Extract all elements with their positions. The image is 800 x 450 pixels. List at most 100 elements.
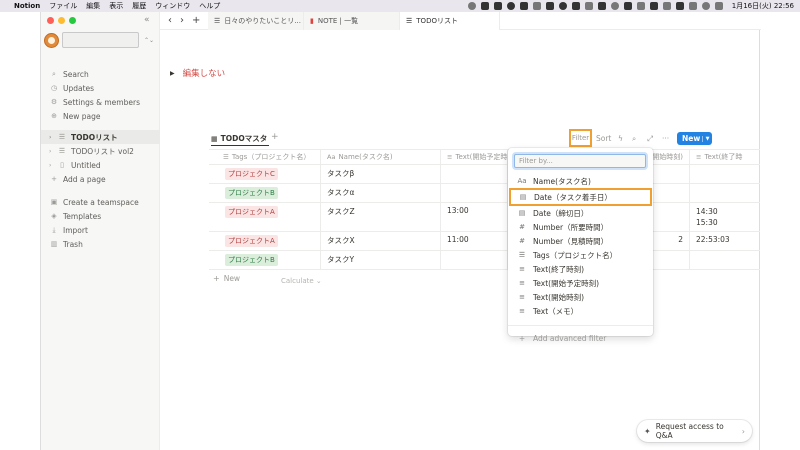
filter-option-date-start[interactable]: ▤ Date（タスク着手日） bbox=[509, 188, 652, 206]
status-icon[interactable] bbox=[649, 2, 658, 10]
tag-cell[interactable]: プロジェクトA bbox=[209, 232, 321, 250]
chevron-right-icon[interactable]: › bbox=[49, 148, 57, 155]
add-view-icon[interactable]: + bbox=[271, 132, 279, 142]
tag-cell[interactable]: プロジェクトA bbox=[209, 203, 321, 231]
menubar-app-name[interactable]: Notion bbox=[14, 2, 40, 10]
more-icon[interactable]: ··· bbox=[662, 134, 669, 143]
search-icon[interactable] bbox=[701, 2, 710, 10]
status-icon[interactable] bbox=[506, 2, 515, 10]
status-icon[interactable] bbox=[467, 2, 476, 10]
filter-option-text-end[interactable]: ≡ Text(終了時刻) bbox=[508, 262, 653, 276]
tab-todo-list[interactable]: ☰ TODOリスト bbox=[400, 11, 500, 30]
start-plan-cell[interactable]: 13:00 bbox=[441, 203, 508, 231]
status-icon[interactable] bbox=[571, 2, 580, 10]
status-icon[interactable] bbox=[519, 2, 528, 10]
view-tab-todo-master[interactable]: ▦ TODOマスタ bbox=[211, 132, 270, 146]
menu-help[interactable]: ヘルプ bbox=[199, 1, 220, 11]
tab-note-list[interactable]: ▮ NOTE | 一覧 bbox=[304, 11, 400, 30]
menu-view[interactable]: 表示 bbox=[109, 1, 123, 11]
menu-history[interactable]: 履歴 bbox=[132, 1, 146, 11]
column-header-text-end[interactable]: ≡ Text(終了時 bbox=[690, 150, 760, 164]
sidebar-search[interactable]: ⌕ Search bbox=[41, 67, 160, 81]
status-icon[interactable] bbox=[493, 2, 502, 10]
name-cell[interactable]: タスクα bbox=[321, 184, 441, 202]
table-row[interactable]: プロジェクトB タスクα bbox=[209, 184, 760, 203]
collapse-sidebar-icon[interactable]: « bbox=[144, 15, 150, 25]
start-plan-cell[interactable] bbox=[441, 251, 508, 269]
name-cell[interactable]: タスクX bbox=[321, 232, 441, 250]
close-window-button[interactable] bbox=[47, 17, 54, 24]
wifi-icon[interactable] bbox=[688, 2, 697, 10]
table-row[interactable]: プロジェクトA タスクZ 13:00 14:30 15:30 bbox=[209, 203, 760, 232]
triangle-right-icon[interactable]: ▶ bbox=[170, 70, 175, 77]
minimize-window-button[interactable] bbox=[58, 17, 65, 24]
status-icon[interactable] bbox=[545, 2, 554, 10]
menubar-clock[interactable]: 1月16日(火) 22:56 bbox=[732, 1, 794, 11]
search-icon[interactable]: ⌕ bbox=[632, 134, 636, 144]
menu-edit[interactable]: 編集 bbox=[86, 1, 100, 11]
status-icon[interactable] bbox=[623, 2, 632, 10]
filter-option-text-start-plan[interactable]: ≡ Text(開始予定時刻) bbox=[508, 276, 653, 290]
bluetooth-icon[interactable] bbox=[662, 2, 671, 10]
status-icon[interactable] bbox=[480, 2, 489, 10]
table-row[interactable]: プロジェクトC タスクβ bbox=[209, 165, 760, 184]
table-row[interactable]: プロジェクトA タスクX 11:00 2 22:53:03 bbox=[209, 232, 760, 251]
filter-option-text-memo[interactable]: ≡ Text（メモ） bbox=[508, 304, 653, 318]
new-button[interactable]: New ▼ bbox=[677, 132, 712, 145]
back-icon[interactable]: ‹ bbox=[168, 15, 172, 26]
menu-file[interactable]: ファイル bbox=[49, 1, 77, 11]
filter-option-date-deadline[interactable]: ▤ Date（締切日） bbox=[508, 206, 653, 220]
filter-search-input[interactable]: Filter by... bbox=[514, 154, 646, 168]
end-cell[interactable]: 22:53:03 bbox=[690, 232, 760, 250]
sidebar-page-untitled[interactable]: › ▯ Untitled bbox=[41, 158, 160, 172]
forward-icon[interactable]: › bbox=[180, 15, 184, 26]
tag-cell[interactable]: プロジェクトC bbox=[209, 165, 321, 183]
workspace-switcher[interactable]: ⌃⌄ bbox=[44, 32, 154, 48]
end-cell[interactable]: 14:30 15:30 bbox=[690, 203, 760, 231]
chevron-down-icon[interactable]: ▼ bbox=[702, 135, 712, 142]
status-icon[interactable] bbox=[558, 2, 567, 10]
name-cell[interactable]: タスクβ bbox=[321, 165, 441, 183]
tag-cell[interactable]: プロジェクトB bbox=[209, 184, 321, 202]
lightning-icon[interactable]: ϟ bbox=[618, 134, 623, 143]
battery-icon[interactable] bbox=[675, 2, 684, 10]
filter-option-number-required[interactable]: # Number（所要時間） bbox=[508, 220, 653, 234]
sidebar-page-todo[interactable]: › ☰ TODOリスト bbox=[41, 130, 160, 144]
start-plan-cell[interactable] bbox=[441, 165, 508, 183]
zoom-window-button[interactable] bbox=[69, 17, 76, 24]
chevron-right-icon[interactable]: › bbox=[49, 162, 57, 169]
new-tab-icon[interactable]: + bbox=[192, 15, 200, 26]
toggle-block[interactable]: ▶ 編集しない bbox=[170, 67, 225, 79]
name-cell[interactable]: タスクY bbox=[321, 251, 441, 269]
filter-button[interactable]: Filter bbox=[569, 129, 592, 147]
tab-daily-list[interactable]: ☰ 日々のやりたいことリ... bbox=[208, 11, 304, 30]
calculate-button[interactable]: Calculate ⌄ bbox=[281, 277, 322, 285]
sidebar-templates[interactable]: ◈ Templates bbox=[41, 209, 160, 223]
chevron-right-icon[interactable]: › bbox=[49, 134, 57, 141]
filter-option-number-estimate[interactable]: # Number（見積時間） bbox=[508, 234, 653, 248]
status-icon[interactable] bbox=[636, 2, 645, 10]
sidebar-import[interactable]: ⤓ Import bbox=[41, 223, 160, 237]
end-cell[interactable] bbox=[690, 251, 760, 269]
sort-button[interactable]: Sort bbox=[596, 134, 611, 143]
table-row[interactable]: プロジェクトB タスクY bbox=[209, 251, 760, 270]
request-qa-button[interactable]: ✦ Request access to Q&A › bbox=[637, 420, 752, 442]
end-cell[interactable] bbox=[690, 165, 760, 183]
sidebar-add-page[interactable]: + Add a page bbox=[41, 172, 160, 186]
column-header-tags[interactable]: ☰ Tags（プロジェクト名） bbox=[209, 150, 321, 164]
filter-option-name[interactable]: Aa Name(タスク名) bbox=[508, 174, 653, 188]
column-header-text-start-plan[interactable]: ≡ Text(開始予定時 bbox=[441, 150, 508, 164]
sidebar-trash[interactable]: ▥ Trash bbox=[41, 237, 160, 251]
tag-cell[interactable]: プロジェクトB bbox=[209, 251, 321, 269]
status-icon[interactable] bbox=[532, 2, 541, 10]
sidebar-page-todo-vol2[interactable]: › ☰ TODOリスト vol2 bbox=[41, 144, 160, 158]
sidebar-updates[interactable]: ◷ Updates bbox=[41, 81, 160, 95]
sidebar-settings[interactable]: ⚙ Settings & members bbox=[41, 95, 160, 109]
expand-icon[interactable]: ⤢ bbox=[647, 134, 653, 144]
start-plan-cell[interactable]: 11:00 bbox=[441, 232, 508, 250]
start-plan-cell[interactable] bbox=[441, 184, 508, 202]
sidebar-new-page[interactable]: ⊕ New page bbox=[41, 109, 160, 123]
filter-option-text-start[interactable]: ≡ Text(開始時刻) bbox=[508, 290, 653, 304]
filter-option-tags[interactable]: ☰ Tags（プロジェクト名） bbox=[508, 248, 653, 262]
control-center-icon[interactable] bbox=[714, 2, 723, 10]
